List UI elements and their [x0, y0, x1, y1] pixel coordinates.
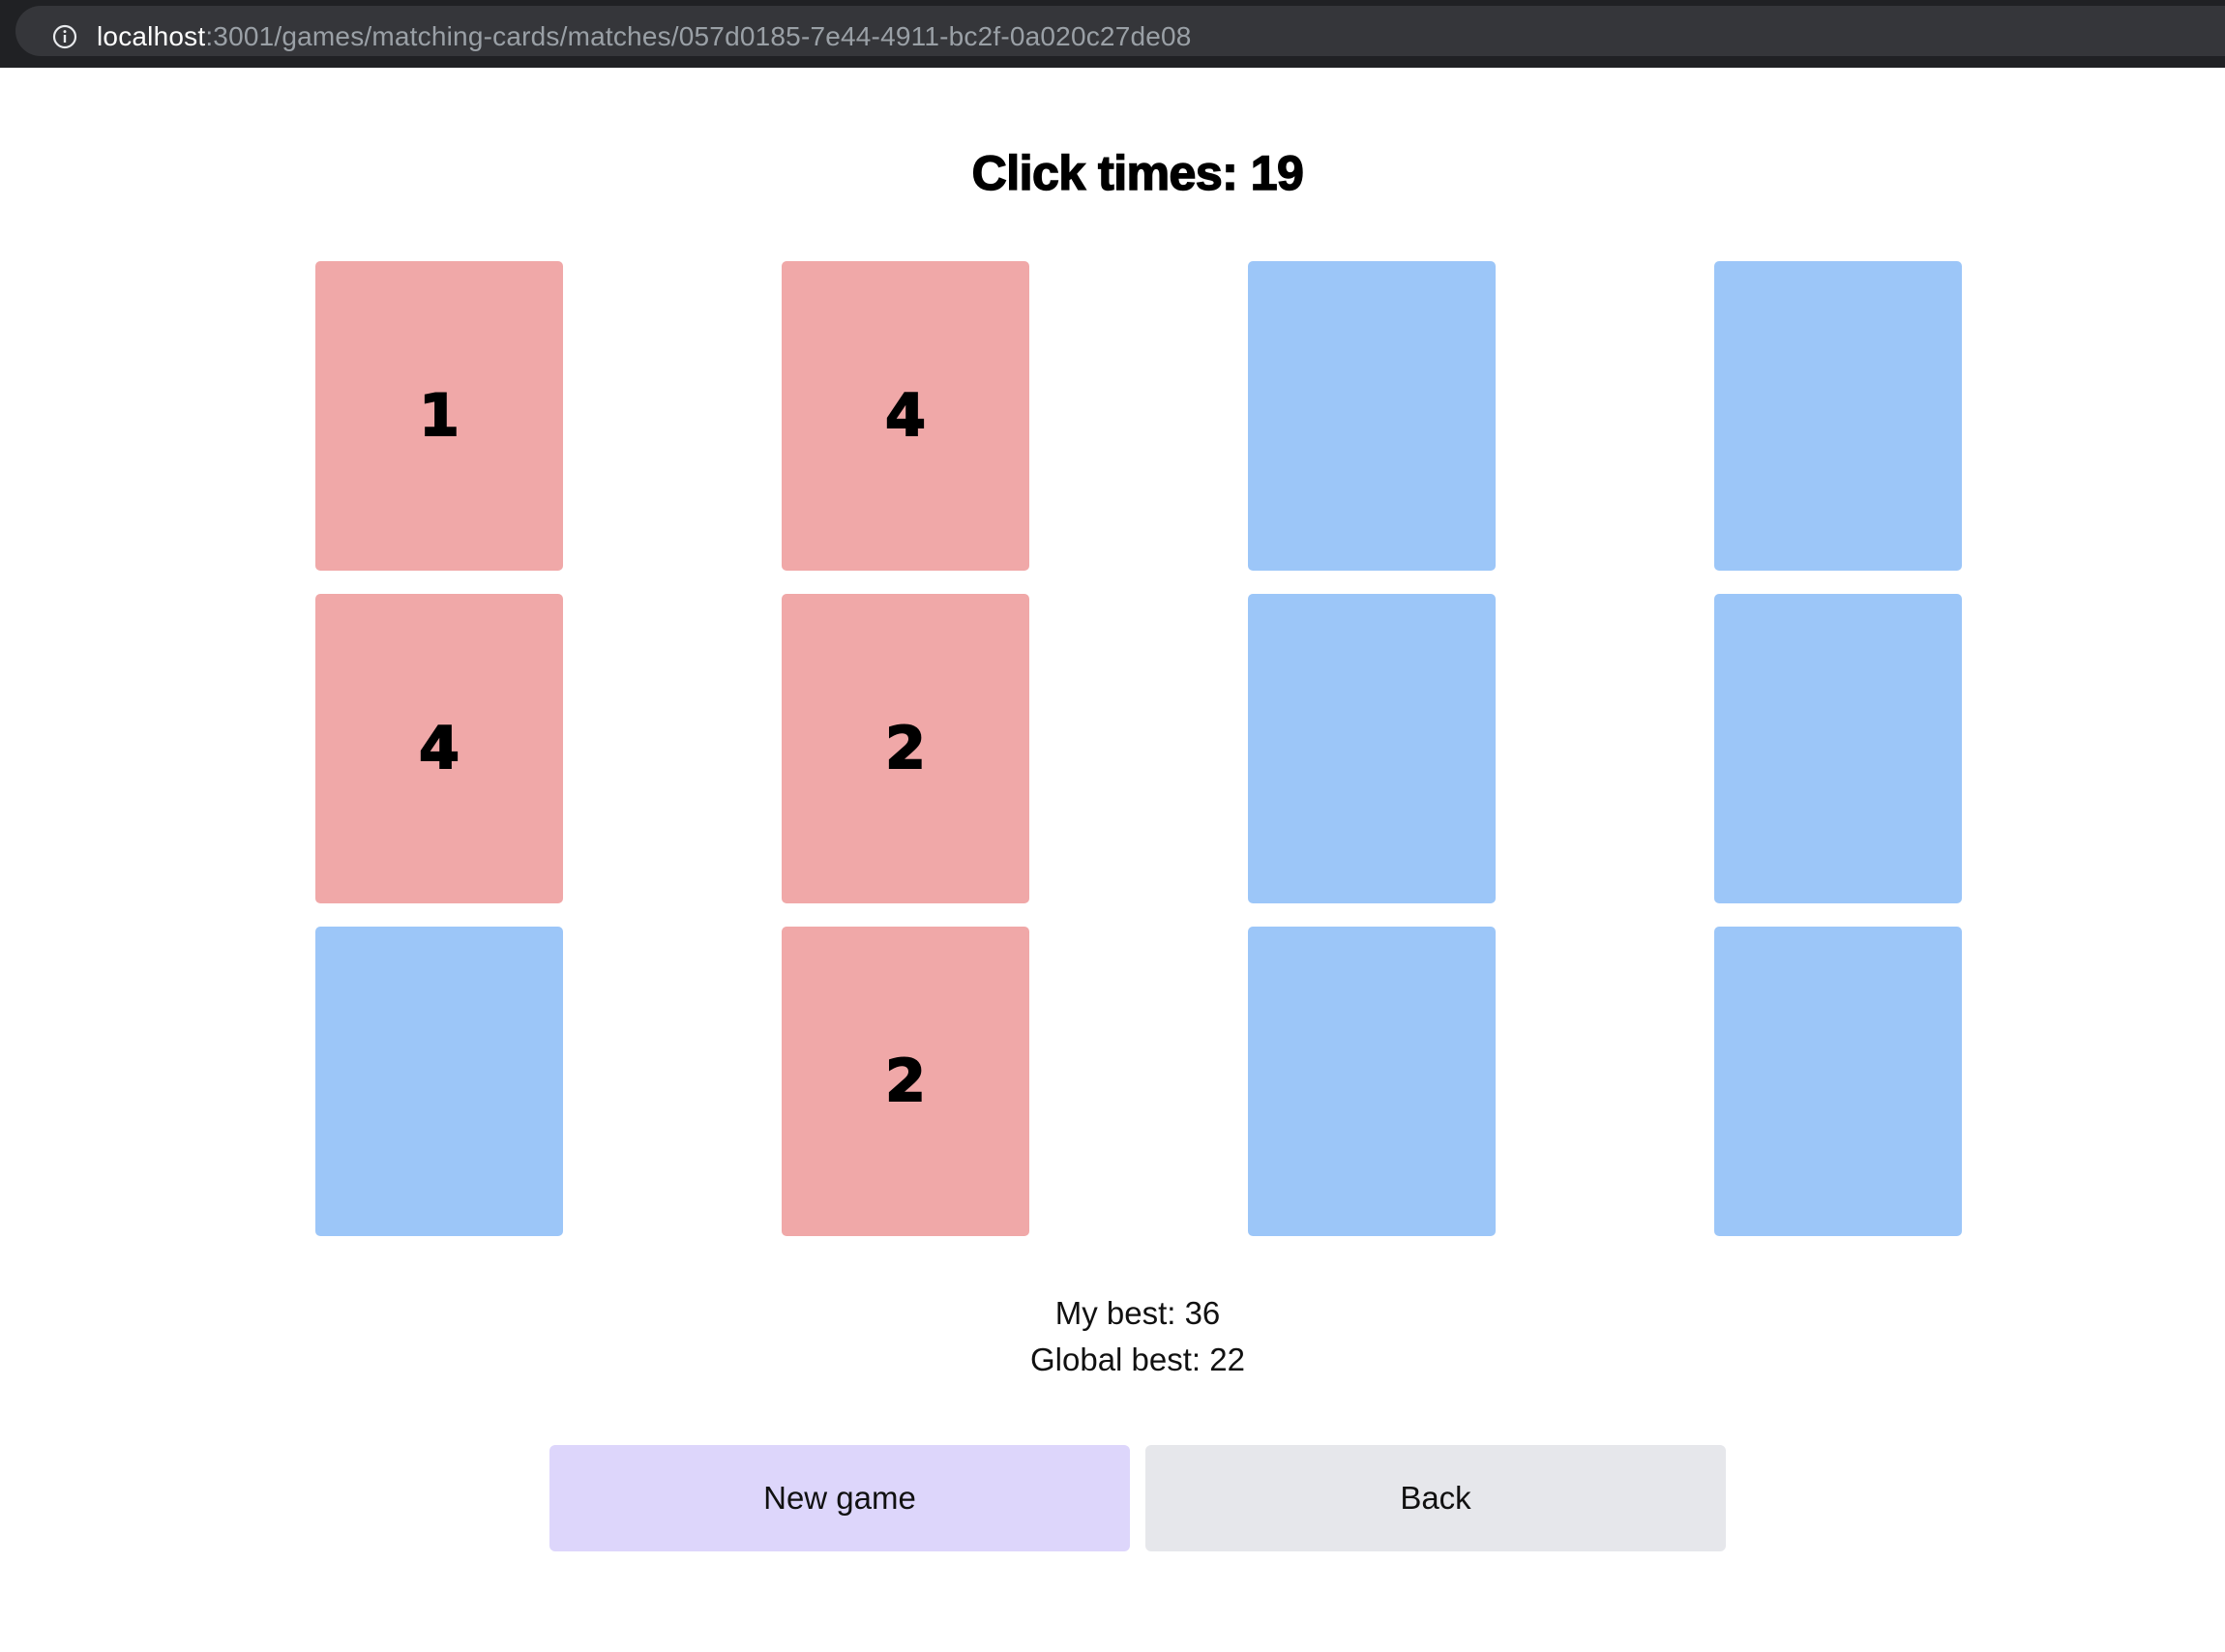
global-best-score: Global best: 22	[1030, 1342, 1245, 1377]
back-button[interactable]: Back	[1145, 1445, 1726, 1551]
card-hidden[interactable]	[1248, 927, 1496, 1236]
card-hidden[interactable]	[1714, 927, 1962, 1236]
card-value: 4	[884, 381, 927, 451]
card-value: 4	[418, 714, 460, 783]
browser-toolbar: localhost:3001/games/matching-cards/matc…	[0, 0, 2225, 68]
score-stats: My best: 36 Global best: 22	[0, 1290, 2225, 1383]
card-grid: 1 4 4 2 2	[0, 0, 2225, 1652]
click-counter-title: Click times: 19	[971, 145, 1305, 201]
card-revealed[interactable]: 1	[315, 261, 563, 571]
card-revealed[interactable]: 4	[315, 594, 563, 903]
card-hidden[interactable]	[1714, 594, 1962, 903]
card-revealed[interactable]: 2	[782, 927, 1029, 1236]
card-revealed[interactable]: 2	[782, 594, 1029, 903]
address-bar[interactable]: localhost:3001/games/matching-cards/matc…	[15, 6, 2225, 56]
url-text: localhost:3001/games/matching-cards/matc…	[97, 19, 1192, 54]
info-icon[interactable]	[52, 24, 77, 49]
card-value: 2	[884, 714, 927, 783]
card-value: 2	[884, 1047, 927, 1116]
url-host: localhost	[97, 21, 206, 51]
card-hidden[interactable]	[1248, 594, 1496, 903]
card-revealed[interactable]: 4	[782, 261, 1029, 571]
card-hidden[interactable]	[315, 927, 563, 1236]
new-game-button[interactable]: New game	[549, 1445, 1130, 1551]
card-hidden[interactable]	[1714, 261, 1962, 571]
card-value: 1	[418, 381, 460, 451]
url-path: :3001/games/matching-cards/matches/057d0…	[205, 21, 1192, 51]
card-hidden[interactable]	[1248, 261, 1496, 571]
my-best-score: My best: 36	[1054, 1295, 1221, 1331]
